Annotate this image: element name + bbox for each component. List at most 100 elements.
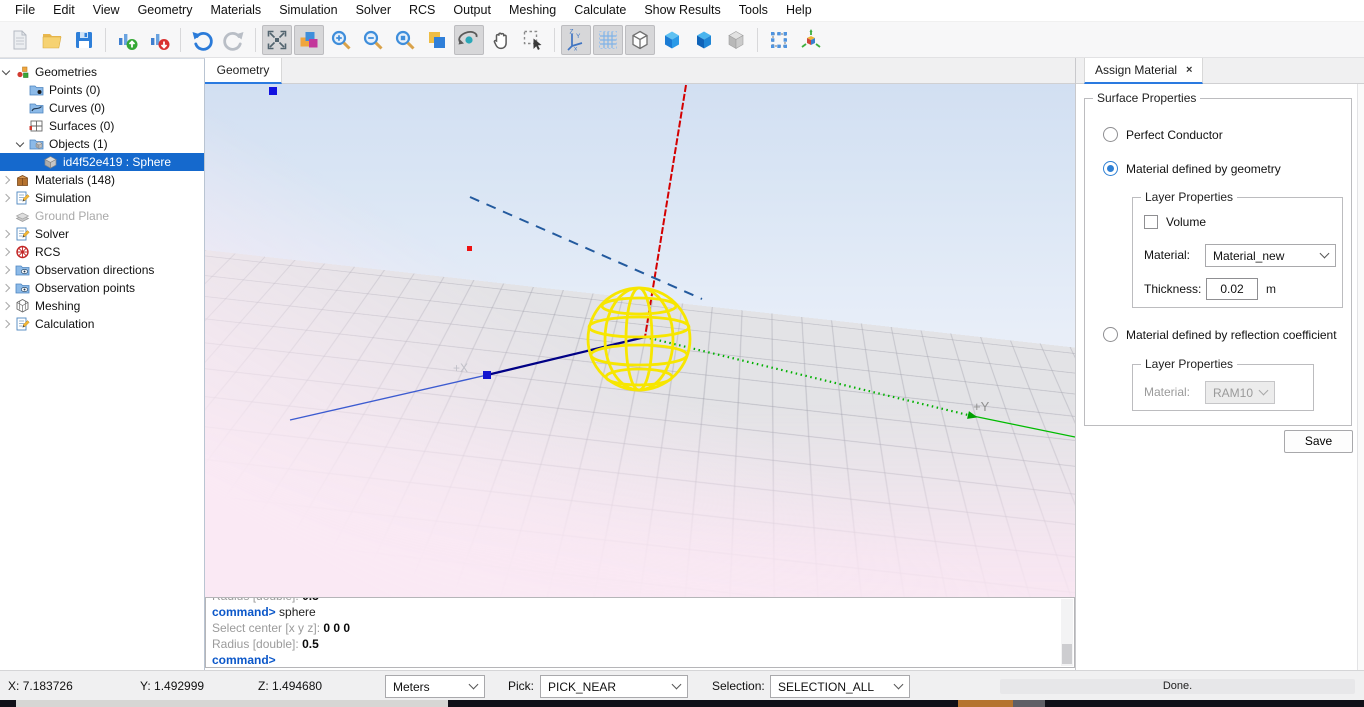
construction-dashed-line	[470, 197, 702, 299]
axis-x-handle-point[interactable]	[483, 371, 491, 379]
view-cubes-button[interactable]	[294, 25, 324, 55]
progress-text: Done.	[1163, 680, 1192, 692]
cube-shaded-blue-icon	[692, 28, 716, 52]
zoom-out-button[interactable]	[358, 25, 388, 55]
tree-item-materials-148[interactable]: Materials (148)	[0, 171, 204, 189]
tab-assign-material[interactable]: Assign Material ×	[1084, 58, 1203, 84]
export-down-button[interactable]	[144, 25, 174, 55]
tree-item-rcs[interactable]: RCS	[0, 243, 204, 261]
tree-item-objects-1[interactable]: Objects (1)	[0, 135, 204, 153]
tree-expander[interactable]	[0, 267, 14, 273]
menu-geometry[interactable]: Geometry	[129, 0, 202, 21]
selection-handles-button[interactable]	[764, 25, 794, 55]
fit-view-button[interactable]	[262, 25, 292, 55]
cube-shaded-blue-button[interactable]	[689, 25, 719, 55]
pick-select[interactable]: PICK_NEAR	[540, 675, 688, 698]
tree-expander[interactable]	[0, 249, 14, 255]
volume-checkbox[interactable]	[1144, 215, 1158, 229]
menu-show-results[interactable]: Show Results	[635, 0, 729, 21]
zoom-in-button[interactable]	[326, 25, 356, 55]
tree-expander[interactable]	[0, 231, 14, 237]
tree-item-solver[interactable]: Solver	[0, 225, 204, 243]
color-swap-button[interactable]	[422, 25, 452, 55]
new-document-button[interactable]	[5, 25, 35, 55]
close-icon[interactable]: ×	[1186, 64, 1192, 76]
wireframe-cube-button[interactable]	[625, 25, 655, 55]
tree-expander[interactable]	[0, 195, 14, 201]
redo-button[interactable]	[219, 25, 249, 55]
menu-output[interactable]: Output	[444, 0, 500, 21]
units-select[interactable]: Meters	[385, 675, 485, 698]
grid-toggle-button[interactable]	[593, 25, 623, 55]
tree-item-simulation[interactable]: Simulation	[0, 189, 204, 207]
tree-item-surfaces-0[interactable]: Surfaces (0)	[0, 117, 204, 135]
tree-item-observation-points[interactable]: Observation points	[0, 279, 204, 297]
tree-expander[interactable]	[0, 177, 14, 183]
tree-expander[interactable]	[0, 321, 14, 327]
open-folder-button[interactable]	[37, 25, 67, 55]
status-bar: X: 7.183726 Y: 1.492999 Z: 1.494680 Mete…	[0, 670, 1364, 700]
radio-perfect-conductor-circle[interactable]	[1103, 127, 1118, 142]
menu-help[interactable]: Help	[777, 0, 821, 21]
menu-calculate[interactable]: Calculate	[565, 0, 635, 21]
tree-item-ground-plane[interactable]: Ground Plane	[0, 207, 204, 225]
cube-gray-button[interactable]	[721, 25, 751, 55]
volume-checkbox-row[interactable]: Volume	[1144, 215, 1206, 229]
tree-item-points-0[interactable]: Points (0)	[0, 81, 204, 99]
import-up-button[interactable]	[112, 25, 142, 55]
menu-tools[interactable]: Tools	[730, 0, 777, 21]
menu-solver[interactable]: Solver	[347, 0, 400, 21]
radio-material-by-geometry-circle[interactable]	[1103, 161, 1118, 176]
undo-button[interactable]	[187, 25, 217, 55]
chevron-down-icon	[469, 680, 479, 690]
toolbar-separator	[757, 28, 758, 52]
menu-rcs[interactable]: RCS	[400, 0, 444, 21]
save-button[interactable]	[69, 25, 99, 55]
select-rect-button[interactable]	[518, 25, 548, 55]
radio-material-by-reflection-circle[interactable]	[1103, 327, 1118, 342]
command-console[interactable]: Radius [double]: 0.5command> sphereSelec…	[205, 597, 1075, 668]
menu-simulation[interactable]: Simulation	[270, 0, 346, 21]
orbit-rotate-button[interactable]	[454, 25, 484, 55]
tree-item-id4f52e419-sphere[interactable]: id4f52e419 : Sphere	[0, 153, 204, 171]
thickness-input[interactable]	[1206, 278, 1258, 300]
tree-item-curves-0[interactable]: Curves (0)	[0, 99, 204, 117]
axes-cube-button[interactable]	[796, 25, 826, 55]
selection-select[interactable]: SELECTION_ALL	[770, 675, 910, 698]
menu-file[interactable]: File	[6, 0, 44, 21]
axes-triad-button[interactable]: ZYx	[561, 25, 591, 55]
tree-item-geometries[interactable]: Geometries	[0, 63, 204, 81]
console-line: Radius [double]: 0.5	[212, 636, 1074, 652]
tree-expander[interactable]	[0, 71, 14, 74]
grid-toggle-icon	[596, 28, 620, 52]
console-scrollbar[interactable]	[1061, 599, 1073, 666]
material-select-1[interactable]: Material_new	[1205, 244, 1336, 267]
viewport-canvas[interactable]: +Y +X	[205, 84, 1075, 597]
cube-solid-blue-button[interactable]	[657, 25, 687, 55]
menu-edit[interactable]: Edit	[44, 0, 84, 21]
radio-material-by-geometry[interactable]: Material defined by geometry	[1103, 161, 1281, 176]
tree-item-meshing[interactable]: Meshing	[0, 297, 204, 315]
menu-meshing[interactable]: Meshing	[500, 0, 565, 21]
tab-geometry[interactable]: Geometry	[205, 58, 282, 84]
zoom-window-button[interactable]	[390, 25, 420, 55]
tree-item-observation-directions[interactable]: Observation directions	[0, 261, 204, 279]
save-button[interactable]: Save	[1284, 430, 1353, 453]
radio-perfect-conductor[interactable]: Perfect Conductor	[1103, 127, 1223, 142]
radio-material-by-reflection[interactable]: Material defined by reflection coefficie…	[1103, 327, 1337, 342]
tree-item-calculation[interactable]: Calculation	[0, 315, 204, 333]
panel-scrollbar[interactable]	[1357, 84, 1364, 670]
surface-properties-group: Surface Properties Perfect Conductor Mat…	[1084, 98, 1352, 426]
menu-view[interactable]: View	[84, 0, 129, 21]
tree-expander[interactable]	[0, 303, 14, 309]
console-scrollbar-thumb[interactable]	[1062, 644, 1072, 664]
tree-expander[interactable]	[14, 143, 28, 146]
menu-materials[interactable]: Materials	[201, 0, 270, 21]
red-marker-point	[467, 246, 472, 251]
pan-icon	[489, 28, 513, 52]
tree-expander[interactable]	[0, 285, 14, 291]
tree-item-label: Observation directions	[35, 263, 154, 277]
material-select-2[interactable]: RAM10	[1205, 381, 1275, 404]
points-folder-icon	[28, 82, 45, 98]
pan-button[interactable]	[486, 25, 516, 55]
